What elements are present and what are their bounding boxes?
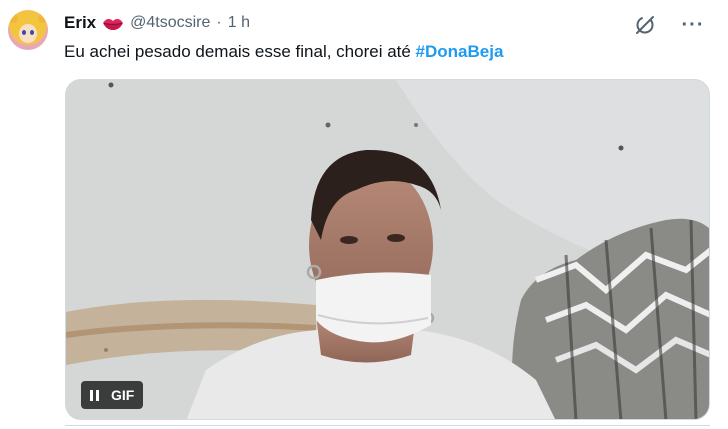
avatar-eye-right — [30, 30, 34, 35]
author-handle[interactable]: @4tsocsire — [130, 14, 210, 32]
gif-frame-illustration — [66, 80, 709, 419]
tweet-body: Eu achei pesado demais esse final, chore… — [64, 42, 416, 61]
tweet[interactable]: Erix @4tsocsire · 1 h ··· Eu achei pesad… — [0, 0, 728, 429]
separator-dot: · — [216, 14, 222, 31]
tweet-time[interactable]: 1 h — [228, 14, 250, 32]
tweet-divider — [65, 425, 710, 426]
grok-icon[interactable] — [632, 12, 658, 38]
header-actions: ··· — [632, 12, 706, 38]
tweet-header: Erix @4tsocsire · 1 h — [64, 12, 250, 34]
avatar-bun-left — [9, 14, 18, 23]
gif-controls[interactable]: GIF — [81, 381, 144, 409]
gif-media[interactable]: GIF — [65, 79, 710, 420]
pause-icon[interactable] — [81, 381, 107, 409]
avatar-eye-left — [22, 30, 26, 35]
hashtag-link[interactable]: #DonaBeja — [416, 42, 504, 61]
avatar[interactable] — [8, 10, 48, 50]
author-name[interactable]: Erix — [64, 13, 96, 33]
more-options-button[interactable]: ··· — [680, 12, 706, 38]
tweet-text: Eu achei pesado demais esse final, chore… — [64, 42, 503, 62]
avatar-bun-right — [38, 14, 47, 23]
lips-kiss-icon — [102, 16, 124, 30]
gif-badge: GIF — [111, 387, 135, 403]
